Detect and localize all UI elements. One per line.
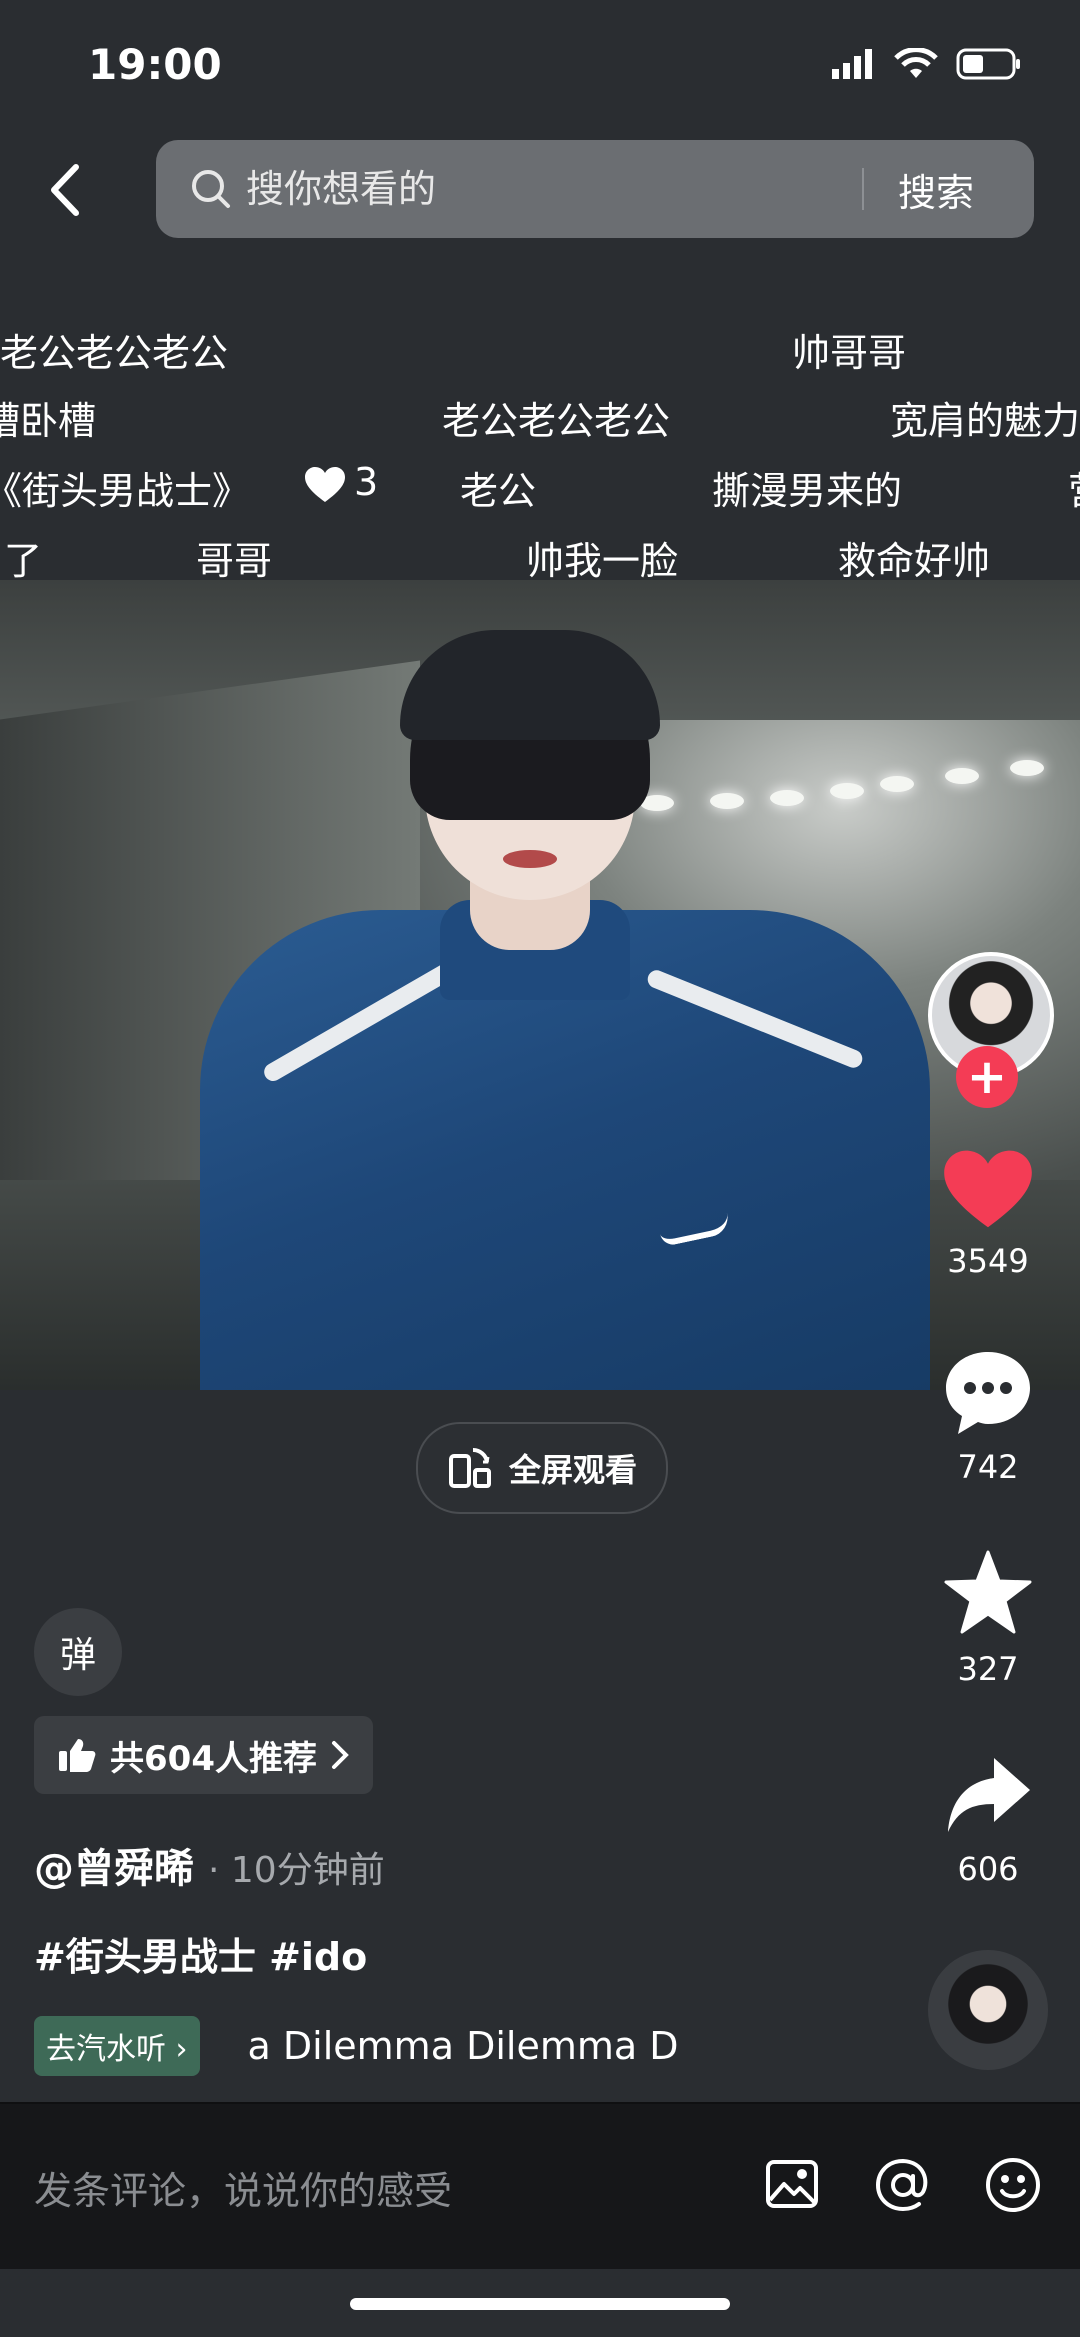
- mention-icon[interactable]: [874, 2156, 932, 2214]
- post-time: · 10分钟前: [208, 1850, 385, 1891]
- music-row: 去汽水听 › a Dilemma Dilemma D: [34, 2016, 838, 2076]
- danmaku-item: 老公老公老公: [442, 399, 671, 443]
- chevron-right-icon: [331, 1741, 349, 1769]
- danmaku-item: 老公老公老公: [0, 331, 229, 375]
- danmaku-item: 救命好帅: [838, 539, 991, 583]
- recommend-label: 共604人推荐: [110, 1738, 317, 1779]
- comment-button[interactable]: 742: [940, 1348, 1036, 1486]
- danmu-toggle-label: 弹: [59, 1635, 96, 1676]
- like-button[interactable]: 3549: [940, 1148, 1036, 1280]
- wifi-icon: [894, 48, 938, 78]
- danmaku-item: 老公: [460, 469, 537, 513]
- tunnel-light: [880, 776, 914, 792]
- chevron-left-icon: [51, 164, 79, 216]
- status-icons: [832, 48, 1022, 80]
- danmaku-item: 《街头男战士》: [0, 469, 251, 513]
- danmaku-item: 帅哥哥: [792, 331, 907, 375]
- fullscreen-label: 全屏观看: [508, 1451, 637, 1489]
- chevron-right-icon: ›: [175, 2032, 188, 2067]
- tunnel-light: [1010, 760, 1044, 776]
- thumbs-up-icon: [59, 1739, 96, 1772]
- share-icon: [948, 1758, 1030, 1832]
- music-disc[interactable]: [928, 1950, 1048, 2070]
- status-time: 19:00: [88, 40, 222, 89]
- comment-input[interactable]: 发条评论，说说你的感受: [34, 2160, 452, 2215]
- person-lips: [503, 850, 557, 868]
- back-button[interactable]: [40, 160, 90, 220]
- music-title[interactable]: a Dilemma Dilemma D: [248, 2024, 838, 2068]
- star-icon: [944, 1550, 1032, 1634]
- danmaku-item: 槽卧槽: [0, 399, 97, 443]
- author-line: @曾舜晞 · 10分钟前: [34, 1836, 385, 1894]
- like-count: 3549: [947, 1242, 1029, 1280]
- fullscreen-button[interactable]: 全屏观看: [416, 1422, 668, 1514]
- share-count: 606: [957, 1850, 1019, 1888]
- danmaku-item: 撕漫男来的: [712, 469, 903, 513]
- favorite-button[interactable]: 327: [940, 1548, 1036, 1688]
- danmaku-like-count: 3: [354, 460, 379, 504]
- tunnel-light: [945, 768, 979, 784]
- rotate-screen-icon: [448, 1447, 491, 1488]
- emoji-icon[interactable]: [984, 2156, 1042, 2214]
- comment-count: 742: [957, 1448, 1019, 1486]
- listen-in-app-button[interactable]: 去汽水听 ›: [34, 2016, 200, 2076]
- heart-icon: [944, 1150, 1032, 1228]
- danmaku-item: 营: [1068, 460, 1080, 515]
- video-player[interactable]: [0, 580, 1080, 1390]
- danmaku-item: 哥哥: [196, 539, 273, 583]
- home-indicator: [350, 2298, 730, 2310]
- signal-icon: [832, 49, 872, 79]
- hashtags[interactable]: #街头男战士 #ido: [34, 1926, 367, 1981]
- search-divider: [862, 168, 864, 210]
- battery-icon: [956, 48, 1020, 80]
- tunnel-light: [830, 783, 864, 799]
- recommend-button[interactable]: 共604人推荐: [34, 1716, 373, 1794]
- danmu-toggle-button[interactable]: 弹: [34, 1608, 122, 1696]
- tunnel-light: [710, 793, 744, 809]
- author-name[interactable]: @曾舜晞: [34, 1836, 194, 1894]
- danmaku-item: 宽肩的魅力: [890, 399, 1080, 443]
- tunnel-light: [770, 790, 804, 806]
- heart-icon: [305, 467, 345, 502]
- share-button[interactable]: 606: [940, 1752, 1036, 1888]
- danmaku-item: 帅我一脸: [526, 539, 679, 583]
- music-tag-label: 去汽水听: [46, 2032, 166, 2067]
- danmaku-item: 了: [4, 539, 43, 583]
- image-icon[interactable]: [764, 2156, 820, 2212]
- comment-icon: [946, 1352, 1030, 1434]
- plus-icon: +: [966, 1049, 1008, 1105]
- favorite-count: 327: [957, 1650, 1019, 1688]
- search-icon: [192, 170, 230, 208]
- search-button[interactable]: 搜索: [898, 162, 974, 217]
- search-bar[interactable]: 搜索: [156, 140, 1034, 238]
- search-input[interactable]: [246, 167, 846, 211]
- follow-button[interactable]: +: [956, 1046, 1018, 1108]
